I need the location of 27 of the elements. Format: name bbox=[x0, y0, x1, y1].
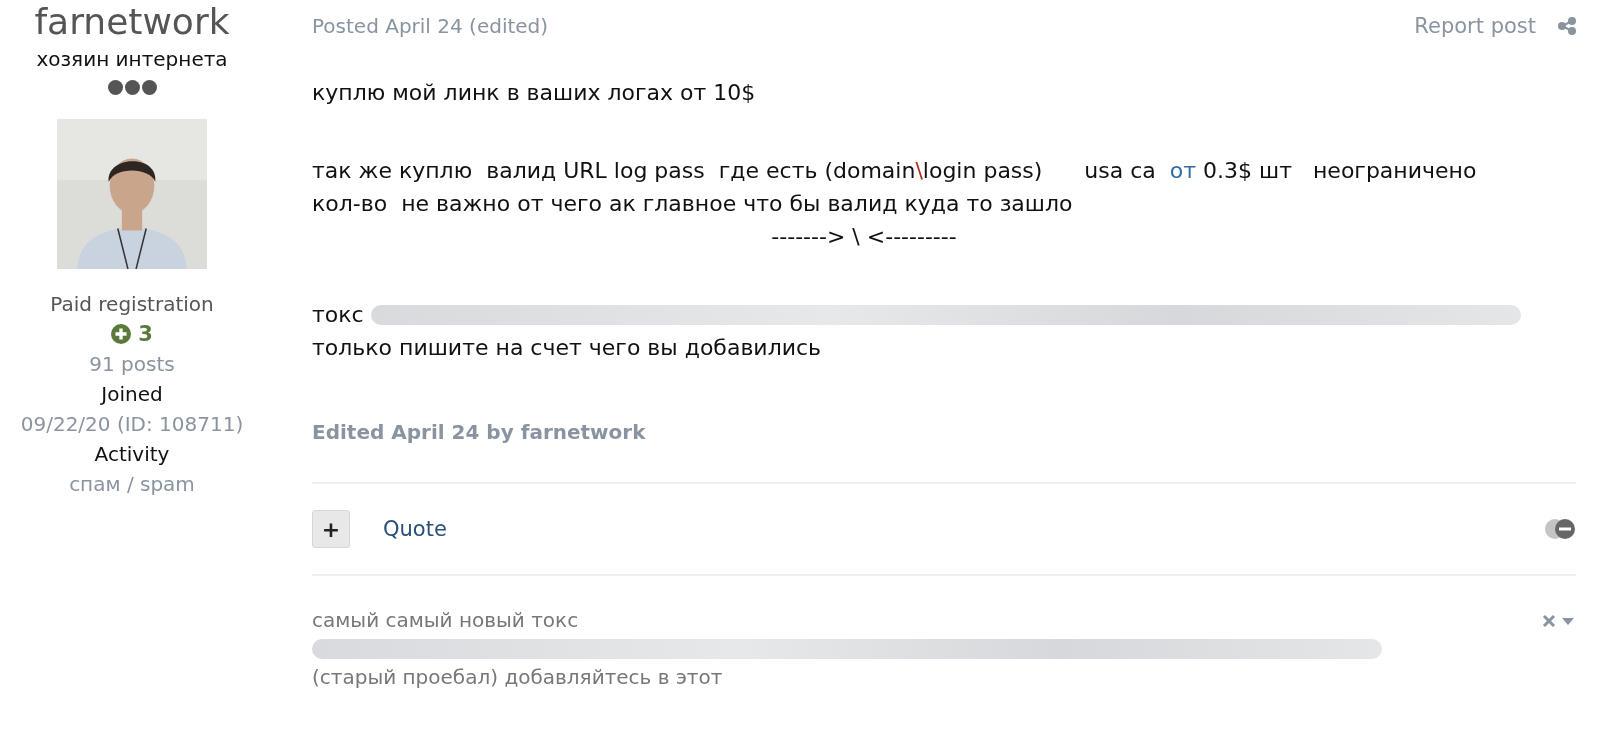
user-group: Paid registration bbox=[50, 289, 214, 319]
reaction-icon[interactable] bbox=[1544, 518, 1576, 540]
quote-link[interactable]: Quote bbox=[383, 517, 1544, 541]
multiquote-button[interactable]: + bbox=[312, 510, 350, 548]
post-text: только пишите на счет чего вы добавились bbox=[312, 334, 822, 362]
link[interactable]: от bbox=[1169, 158, 1197, 183]
post-text: токс bbox=[312, 301, 365, 329]
joined-date: 09/22/20 (ID: 108711) bbox=[20, 411, 244, 438]
post-text: самый самый новый токс bbox=[312, 607, 579, 634]
post-count: 91 posts bbox=[89, 351, 175, 378]
reputation-count: 3 bbox=[138, 322, 153, 346]
user-title: хозяин интернета bbox=[36, 46, 228, 73]
joined-label: Joined bbox=[101, 381, 163, 408]
post-text: куплю мой линк в ваших логах от 10$ bbox=[312, 79, 756, 107]
username[interactable]: farnetwork bbox=[34, 0, 230, 44]
rank-dots bbox=[107, 80, 157, 95]
post-text: так же куплю валид URL log pass где есть (domain\login pass) usa ca от 0.3$ шт неограничено bbox=[312, 157, 1477, 185]
post-text: -------> \ <--------- bbox=[771, 223, 957, 251]
close-caret-icon[interactable] bbox=[1542, 612, 1576, 629]
share-icon[interactable] bbox=[1558, 17, 1576, 35]
plus-circle-icon bbox=[111, 324, 132, 344]
activity-label: Activity bbox=[94, 441, 170, 468]
post-text: (старый проебал) добавляйтесь в этот bbox=[312, 664, 723, 691]
post-text: кол-во не важно от чего ак главное что бы валид куда то зашло bbox=[312, 190, 1073, 218]
post-date: Posted April 24 (edited) bbox=[312, 14, 550, 38]
activity-value: спам / spam bbox=[69, 471, 195, 498]
edited-note: Edited April 24 by farnetwork bbox=[312, 419, 647, 446]
